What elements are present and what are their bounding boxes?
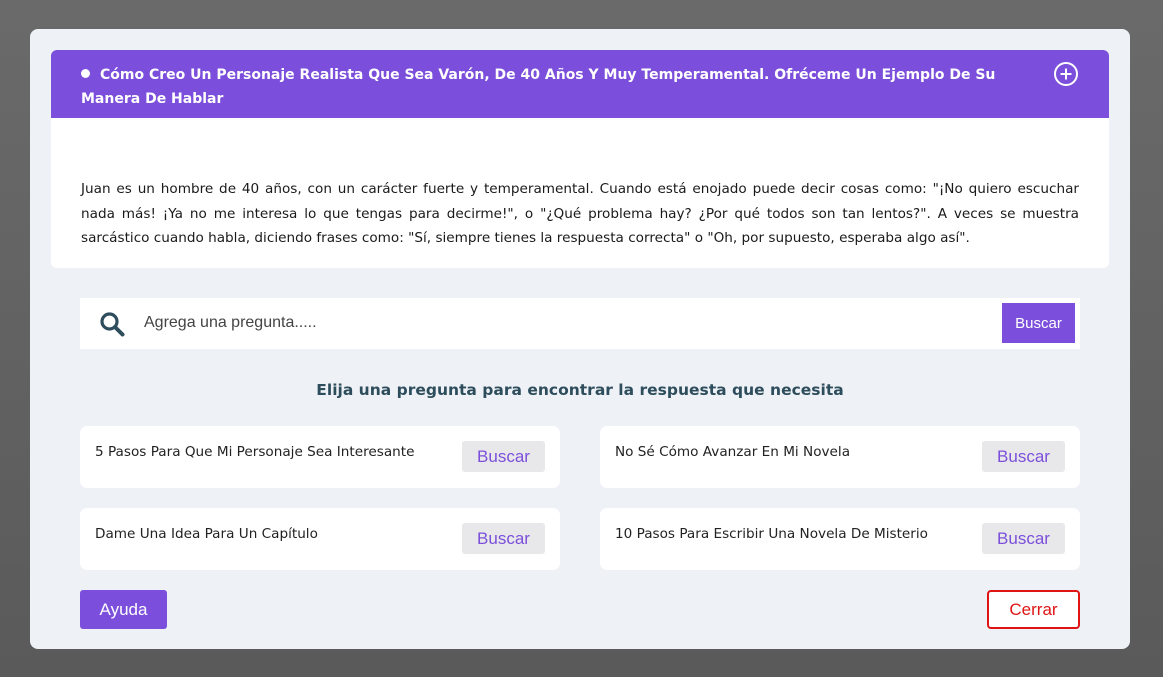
search-input[interactable] — [144, 306, 994, 340]
suggestion-card: Dame Una Idea Para Un Capítulo Buscar — [80, 508, 560, 570]
answer-card: Cómo Creo Un Personaje Realista Que Sea … — [51, 50, 1109, 268]
search-icon — [100, 312, 125, 337]
answer-title: Cómo Creo Un Personaje Realista Que Sea … — [81, 67, 996, 107]
suggestion-search-button[interactable]: Buscar — [462, 523, 545, 554]
answer-body: Juan es un hombre de 40 años, con un car… — [81, 181, 1079, 246]
answer-header: Cómo Creo Un Personaje Realista Que Sea … — [51, 50, 1109, 118]
help-button[interactable]: Ayuda — [80, 590, 167, 629]
bullet-icon — [81, 69, 90, 78]
suggestion-search-button[interactable]: Buscar — [982, 523, 1065, 554]
suggestion-text: Dame Una Idea Para Un Capítulo — [95, 526, 318, 542]
plus-circle-icon[interactable] — [1053, 61, 1079, 87]
suggestion-text: 5 Pasos Para Que Mi Personaje Sea Intere… — [95, 444, 415, 460]
suggestion-card: 5 Pasos Para Que Mi Personaje Sea Intere… — [80, 426, 560, 488]
close-button[interactable]: Cerrar — [987, 590, 1080, 629]
prompt-heading: Elija una pregunta para encontrar la res… — [316, 381, 844, 399]
suggestion-text: No Sé Cómo Avanzar En Mi Novela — [615, 444, 851, 460]
question-modal: Cómo Creo Un Personaje Realista Que Sea … — [30, 29, 1130, 649]
suggestion-search-button[interactable]: Buscar — [982, 441, 1065, 472]
suggestion-card: 10 Pasos Para Escribir Una Novela De Mis… — [600, 508, 1080, 570]
suggestion-text: 10 Pasos Para Escribir Una Novela De Mis… — [615, 526, 928, 542]
search-bar: Buscar — [80, 298, 1080, 349]
suggestion-search-button[interactable]: Buscar — [462, 441, 545, 472]
search-button[interactable]: Buscar — [1002, 303, 1075, 343]
answer-title-row: Cómo Creo Un Personaje Realista Que Sea … — [81, 63, 1039, 111]
suggestion-card: No Sé Cómo Avanzar En Mi Novela Buscar — [600, 426, 1080, 488]
